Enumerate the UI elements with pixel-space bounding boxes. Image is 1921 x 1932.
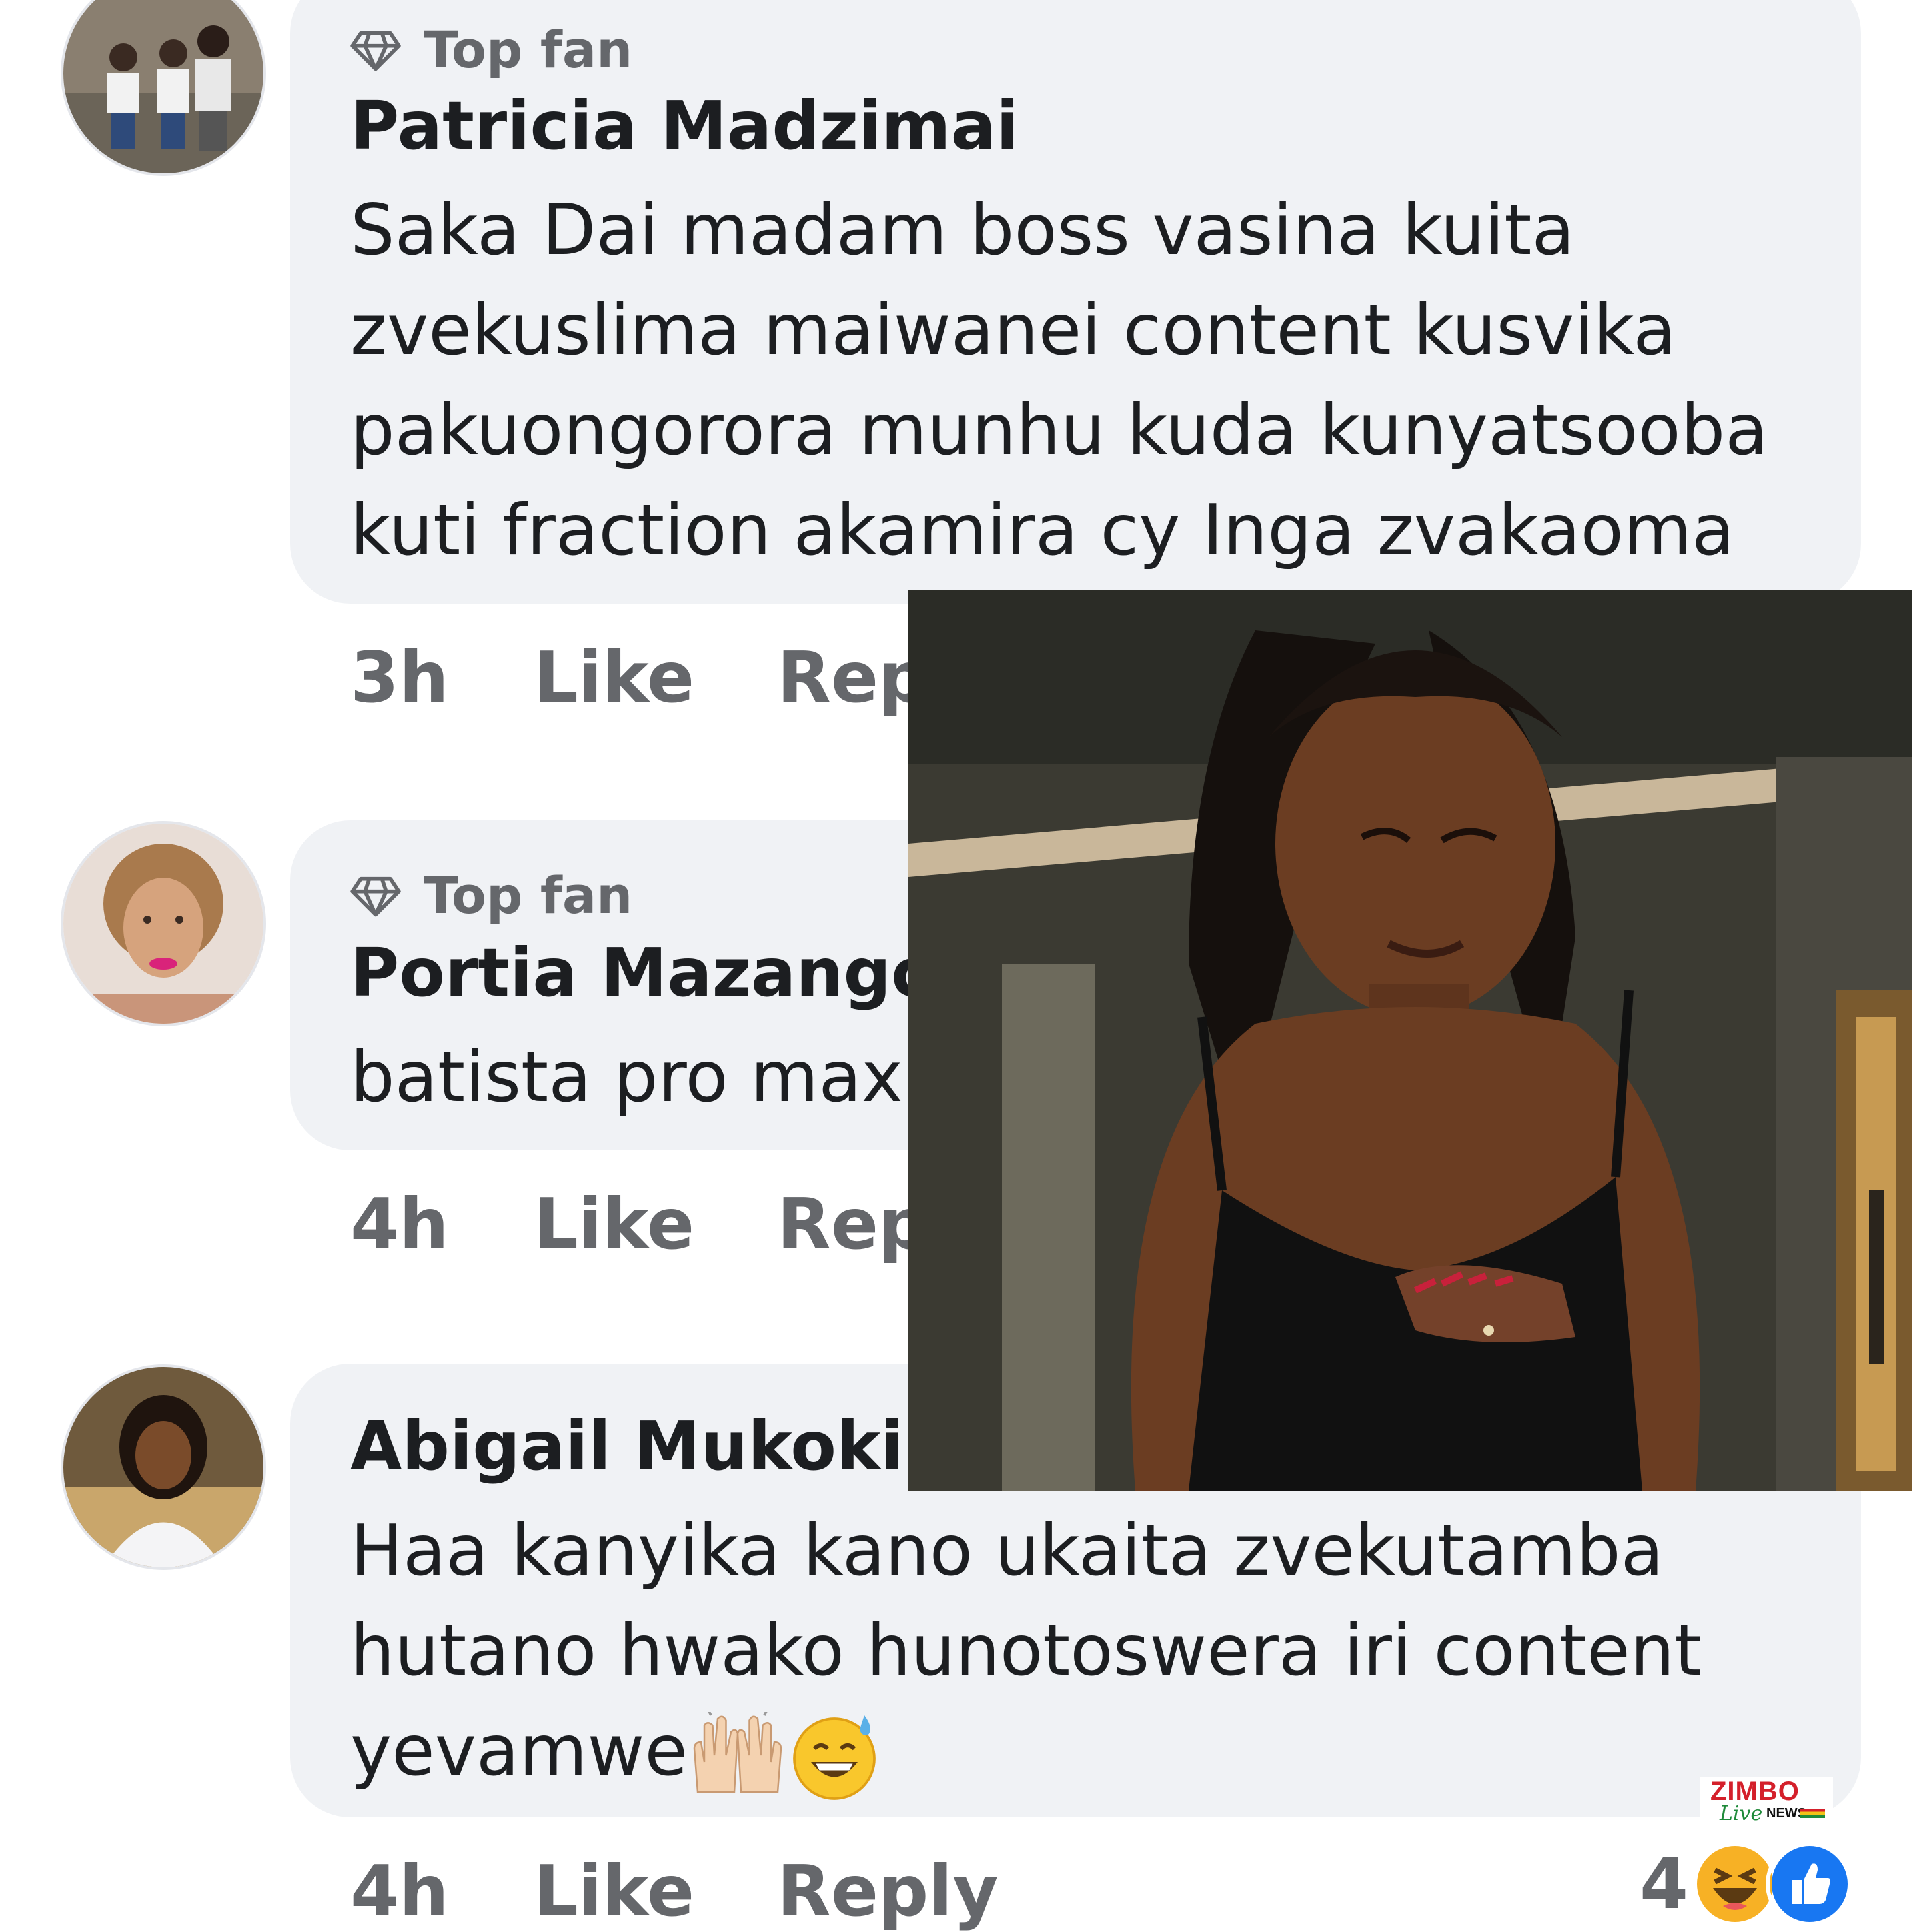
comment-timestamp[interactable]: 4h: [350, 1184, 449, 1265]
comment-text: Haa kanyika kano ukaita zvekutamba hutan…: [350, 1501, 1702, 1802]
comment-author[interactable]: Portia Mazango: [350, 934, 937, 1012]
comment-timestamp[interactable]: 3h: [350, 637, 449, 718]
avatar-photo: [63, 824, 263, 1024]
avatar-photo: [63, 1367, 263, 1567]
like-button[interactable]: Like: [534, 637, 694, 718]
reply-button[interactable]: Reply: [777, 1851, 999, 1932]
comment-timestamp[interactable]: 4h: [350, 1851, 449, 1932]
comment-line-with-emoji: yevamwe: [350, 1701, 1702, 1802]
overlay-photo: [908, 590, 1912, 1491]
woman-photo: [908, 590, 1912, 1491]
avatar-portia[interactable]: [63, 824, 263, 1024]
top-fan-label: Top fan: [424, 866, 633, 925]
top-fan-badge: Top fan: [350, 866, 632, 925]
logo-stripes: [1800, 1809, 1825, 1818]
like-button[interactable]: Like: [534, 1851, 694, 1932]
comment-line: Haa kanyika kano ukaita zvekutamba: [350, 1510, 1664, 1591]
top-fan-badge: Top fan: [350, 20, 632, 79]
comment-line: batista pro max: [350, 1036, 903, 1118]
top-fan-label: Top fan: [424, 20, 633, 79]
comment-author[interactable]: Patricia Madzimai: [350, 87, 1019, 165]
comment-line: zvekuslima maiwanei content kusvika: [350, 289, 1676, 371]
zimbo-live-news-logo: ZIMBO Live NEWS: [1700, 1777, 1833, 1825]
like-reaction-icon: [1766, 1840, 1854, 1928]
diamond-icon: [350, 876, 401, 916]
like-button[interactable]: Like: [534, 1184, 694, 1265]
comment-line: Saka Dai madam boss vasina kuita: [350, 189, 1575, 271]
comment-text: batista pro max: [350, 1027, 903, 1127]
comment-text: Saka Dai madam boss vasina kuita zvekusl…: [350, 180, 1768, 580]
comment-line: kuti fraction akamira cy Inga zvakaoma: [350, 490, 1735, 571]
avatar-abigail[interactable]: [63, 1367, 263, 1567]
comment-line: yevamwe: [350, 1710, 688, 1791]
comment-author[interactable]: Abigail Mukoki: [350, 1407, 904, 1485]
comment-line: pakuongorora munhu kuda kunyatsooba: [350, 389, 1768, 471]
logo-script-text: Live: [1720, 1802, 1763, 1825]
sweat-smile-emoji: [793, 1715, 876, 1801]
comment-line: hutano hwako hunotoswera iri content: [350, 1610, 1702, 1691]
diamond-icon: [350, 31, 401, 71]
avatar-patricia[interactable]: [63, 0, 263, 173]
reaction-summary[interactable]: 4: [1640, 1840, 1854, 1928]
avatar-photo: [63, 0, 263, 173]
reaction-count: 4: [1640, 1843, 1689, 1925]
raised-hands-emoji: [693, 1712, 782, 1793]
